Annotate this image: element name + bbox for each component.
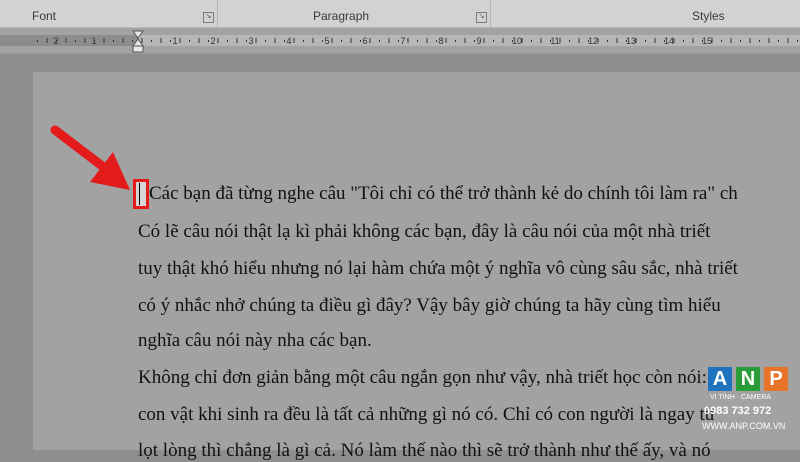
logo-letter-a: A [708, 367, 732, 391]
logo-letter-n: N [736, 367, 760, 391]
logo-website: WWW.ANP.COM.VN [702, 421, 786, 431]
logo-phone: 0983 732 972 [704, 405, 772, 417]
logo-tagline: VI TÍNH · CAMERA [710, 394, 771, 401]
red-arrow-icon [50, 125, 130, 190]
logo-letter-p: P [764, 367, 788, 391]
anp-logo-watermark: A N P VI TÍNH · CAMERA 0983 732 972 WWW.… [700, 365, 795, 445]
